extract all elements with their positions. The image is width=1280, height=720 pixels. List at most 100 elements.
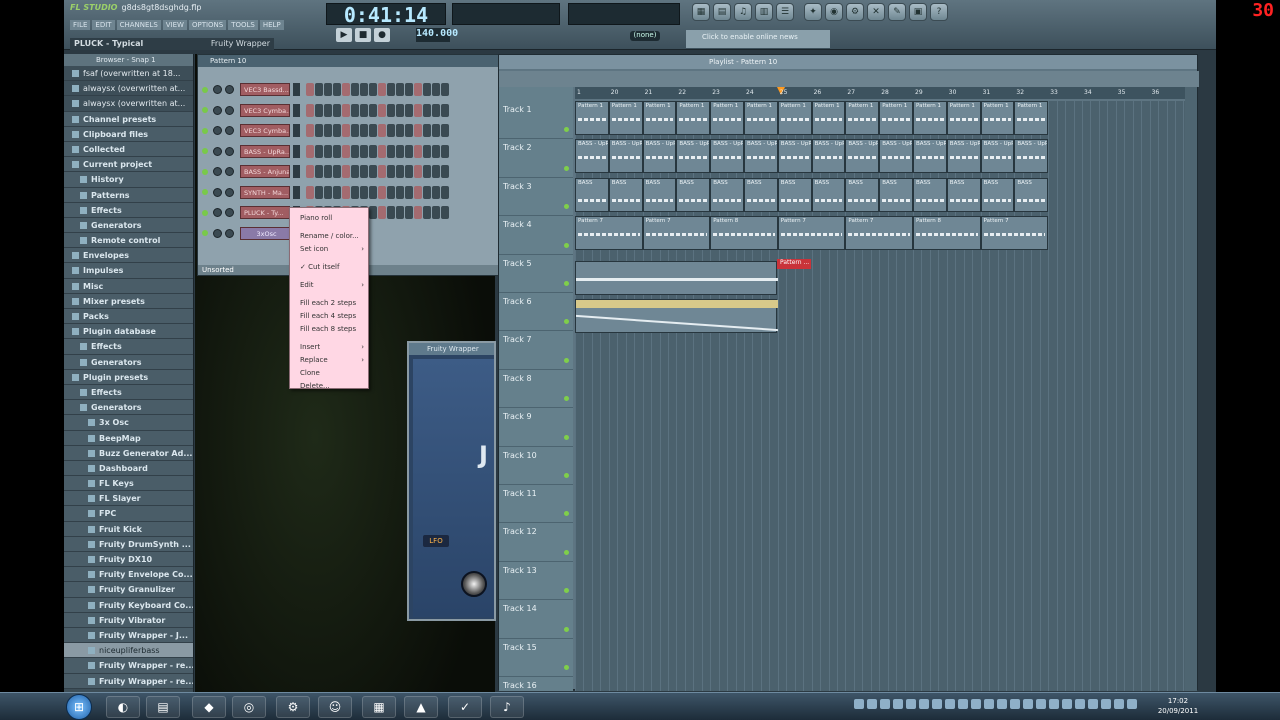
step-button[interactable]: [396, 144, 404, 158]
step-button[interactable]: [306, 185, 314, 199]
help-icon[interactable]: ?: [930, 3, 948, 21]
pattern-clip[interactable]: Pattern 7: [642, 216, 711, 250]
playlist-grid[interactable]: Pattern 1 Pattern 1 Pattern 1 Pattern 1 Patt…: [575, 101, 1185, 691]
tool-icon[interactable]: ✎: [888, 3, 906, 21]
context-menu-item[interactable]: Rename / color...: [290, 230, 368, 243]
browser-item[interactable]: Generators: [64, 400, 193, 416]
pattern-clip[interactable]: BASS - UpRange CYF: [575, 139, 609, 173]
step-button[interactable]: [414, 83, 422, 96]
browser-item[interactable]: Patterns: [64, 187, 193, 203]
pattern-clip[interactable]: BASS - UpRange CYF: [913, 139, 947, 173]
channel-button[interactable]: VEC3 Cymba...: [240, 103, 290, 117]
pattern-clip[interactable]: Pattern 7: [980, 216, 1049, 250]
step-button[interactable]: [342, 83, 350, 96]
song-time-display[interactable]: 0:41:14: [326, 3, 446, 26]
browser-item[interactable]: Fruity Wrapper - J...: [64, 627, 193, 644]
step-button[interactable]: [351, 144, 359, 158]
step-button[interactable]: [324, 185, 332, 199]
selected-pattern-clip[interactable]: Pattern ...: [777, 259, 811, 269]
browser-item[interactable]: FL Keys: [64, 476, 193, 492]
stop-icon[interactable]: ■: [355, 28, 371, 42]
pattern-clip[interactable]: Pattern 1: [980, 101, 1015, 135]
rate-knob[interactable]: [461, 571, 487, 597]
step-button[interactable]: [441, 144, 449, 158]
pattern-clip[interactable]: BASS - UpRange CYF: [676, 139, 711, 173]
tray-icon[interactable]: [1114, 699, 1124, 709]
step-button[interactable]: [441, 185, 449, 199]
track-header[interactable]: Track 1: [499, 101, 573, 140]
step-button[interactable]: [405, 83, 413, 96]
taskbar-clock[interactable]: 17:02 20/09/2011: [1156, 696, 1200, 716]
tray-icon[interactable]: [971, 699, 981, 709]
pattern-clip[interactable]: BASS: [913, 178, 947, 212]
pattern-clip[interactable]: BASS: [946, 178, 981, 212]
volume-knob[interactable]: [225, 167, 234, 176]
volume-knob[interactable]: [225, 126, 234, 135]
pattern-clip[interactable]: BASS - UpRange CYF: [642, 139, 677, 173]
pattern-clip[interactable]: BASS: [710, 178, 744, 212]
channel-button[interactable]: VEC3 Cymba...: [240, 124, 290, 137]
norton-icon[interactable]: ✓: [448, 696, 482, 718]
track-header[interactable]: Track 3: [499, 178, 573, 217]
excel-icon[interactable]: ▦: [362, 696, 396, 718]
menu-options[interactable]: OPTIONS: [188, 20, 227, 30]
track-header[interactable]: Track 8: [499, 370, 573, 409]
tray-icon[interactable]: [867, 699, 877, 709]
context-menu-item[interactable]: Fill each 4 steps: [290, 310, 368, 323]
explorer-icon[interactable]: ▤: [146, 696, 180, 718]
pattern-clip[interactable]: BASS: [575, 178, 609, 212]
step-button[interactable]: [414, 103, 422, 117]
step-button[interactable]: [324, 165, 332, 178]
track-header[interactable]: Track 12: [499, 523, 573, 562]
pattern-clip[interactable]: Pattern 1: [777, 101, 812, 135]
step-button[interactable]: [432, 83, 440, 96]
context-menu-item[interactable]: Replace ›: [290, 354, 368, 367]
menu-channels[interactable]: CHANNELS: [116, 20, 161, 30]
browser-item[interactable]: History: [64, 172, 193, 188]
step-button[interactable]: [387, 144, 395, 158]
step-button[interactable]: [432, 185, 440, 199]
browser-item[interactable]: Fruity Wrapper - re...: [64, 673, 193, 689]
step-button[interactable]: [405, 206, 413, 219]
pan-knob[interactable]: [213, 105, 222, 115]
browser-item[interactable]: alwaysx (overwritten at...: [64, 81, 193, 97]
step-button[interactable]: [324, 83, 332, 96]
step-button[interactable]: [378, 185, 386, 199]
step-button[interactable]: [396, 165, 404, 178]
browser-icon[interactable]: ▥: [755, 3, 773, 21]
track-mute-icon[interactable]: [564, 396, 569, 402]
pattern-clip[interactable]: BASS: [811, 178, 846, 212]
timeline-ruler[interactable]: 1202122232425262728293031323334353637: [575, 87, 1193, 99]
track-header[interactable]: Track 2: [499, 139, 573, 178]
step-button[interactable]: [432, 103, 440, 117]
firefox-icon[interactable]: ◐: [106, 696, 140, 718]
step-button[interactable]: [315, 124, 323, 137]
mute-led-icon[interactable]: [202, 86, 208, 93]
track-mute-icon[interactable]: [564, 626, 569, 632]
tray-icon[interactable]: [1049, 699, 1059, 709]
track-mute-icon[interactable]: [564, 664, 569, 670]
context-menu-item[interactable]: Insert ›: [290, 341, 368, 354]
step-button[interactable]: [378, 144, 386, 158]
step-button[interactable]: [441, 103, 449, 117]
tray-icon[interactable]: [919, 699, 929, 709]
step-button[interactable]: [405, 103, 413, 117]
step-button[interactable]: [333, 103, 341, 117]
start-button-icon[interactable]: ⊞: [66, 694, 92, 720]
pattern-clip[interactable]: Pattern 1: [608, 101, 643, 135]
step-button[interactable]: [378, 124, 386, 137]
channel-button[interactable]: PLUCK - Ty...: [240, 206, 290, 219]
snap-icon[interactable]: ✦: [804, 3, 822, 21]
pattern-clip[interactable]: BASS: [879, 178, 913, 212]
step-button[interactable]: [351, 165, 359, 178]
step-button[interactable]: [423, 83, 431, 96]
tray-icon[interactable]: [945, 699, 955, 709]
step-button[interactable]: [423, 206, 431, 219]
browser-item[interactable]: Plugin database: [64, 324, 193, 340]
step-button[interactable]: [369, 83, 377, 96]
track-mute-icon[interactable]: [564, 319, 569, 325]
browser-item[interactable]: Fruity Vibrator: [64, 612, 193, 628]
track-mute-icon[interactable]: [564, 588, 569, 594]
track-mute-icon[interactable]: [564, 127, 569, 133]
step-button[interactable]: [369, 124, 377, 137]
